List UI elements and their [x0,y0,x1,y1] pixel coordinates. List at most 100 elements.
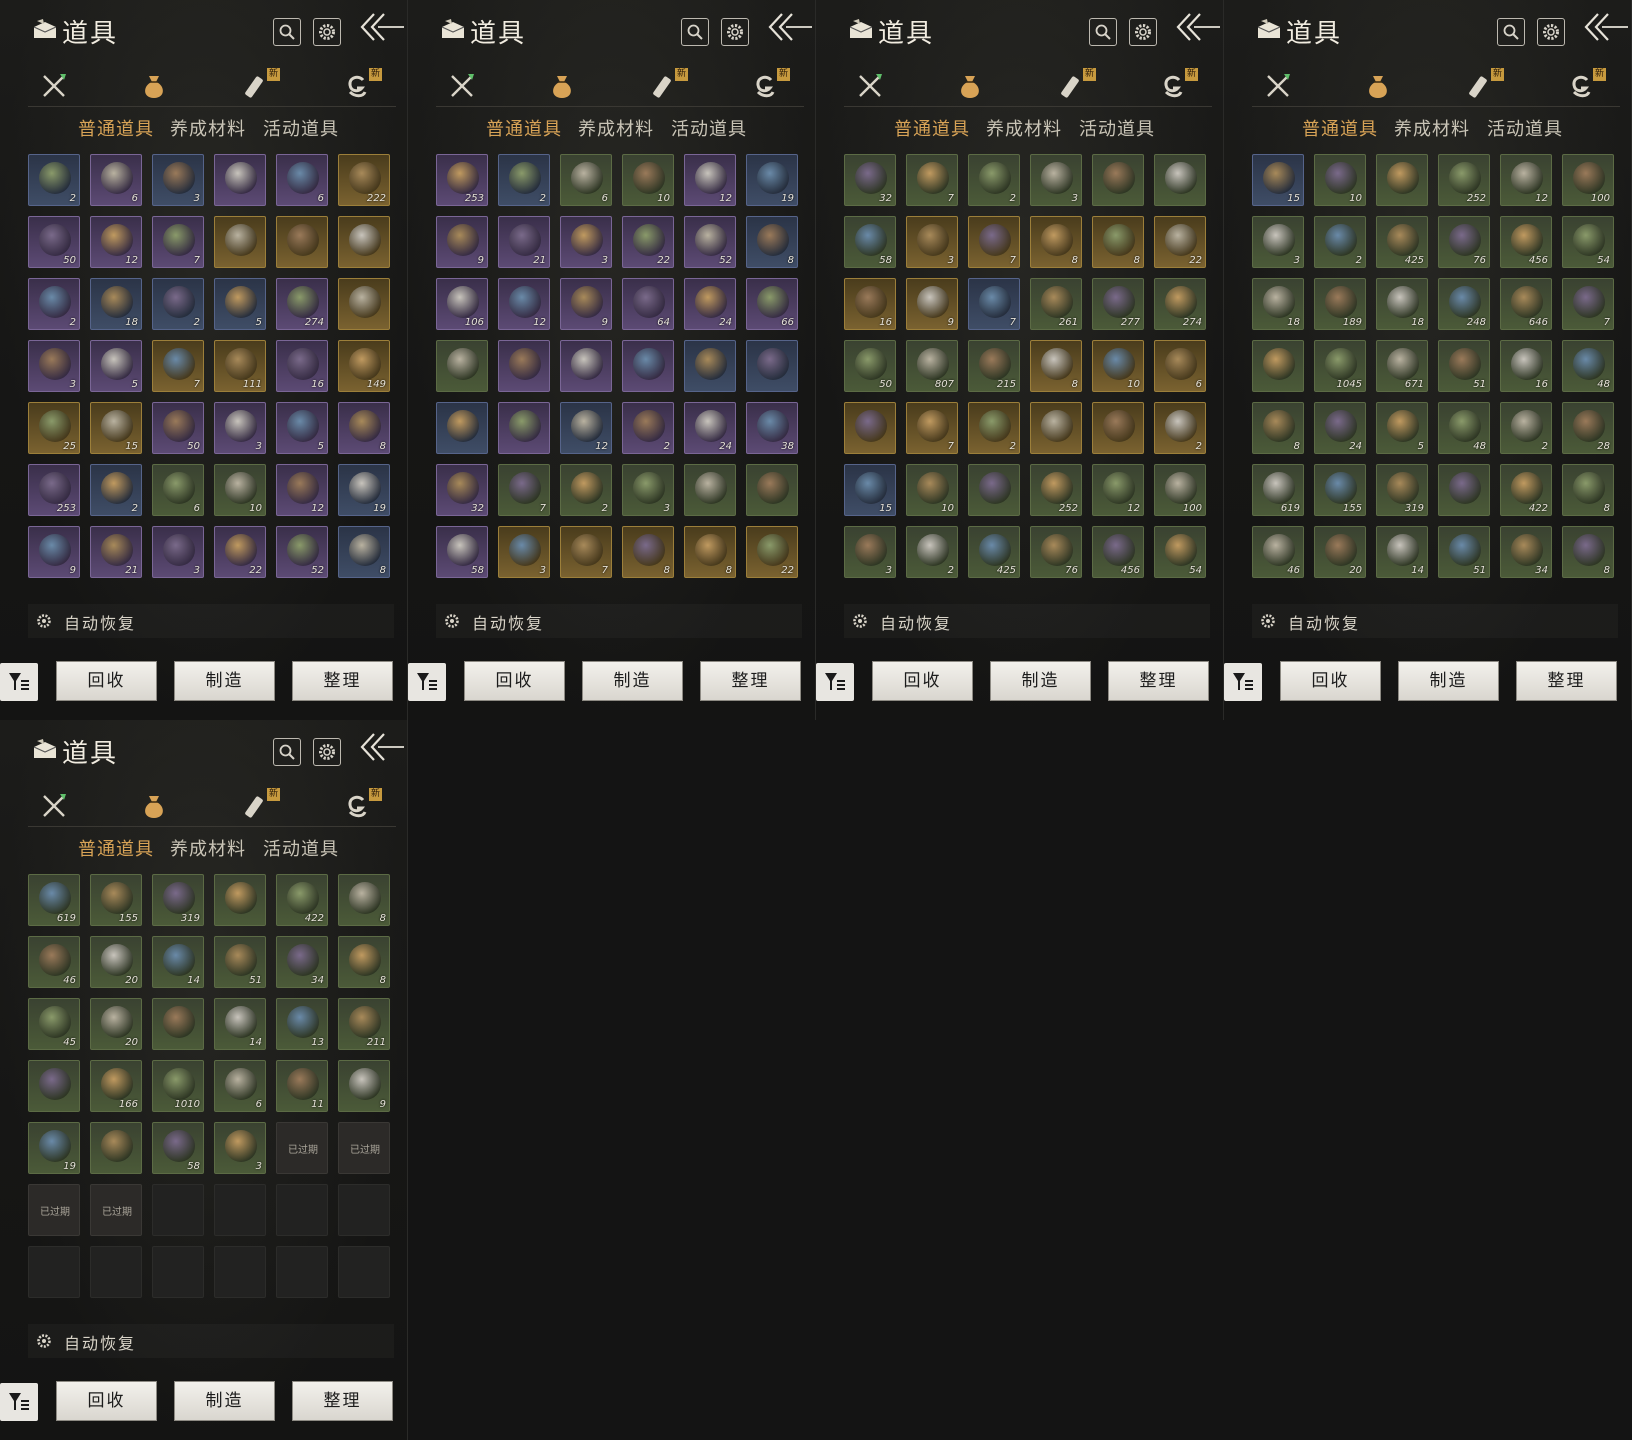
recycle-button[interactable]: 回收 [464,661,565,701]
item-slot[interactable]: 7 [152,216,204,268]
back-arrow-icon[interactable] [1584,10,1630,44]
sort-button[interactable]: 整理 [700,661,801,701]
tab-event-items[interactable]: 活动道具 [1487,115,1563,141]
item-slot[interactable]: 100 [1562,154,1614,206]
item-slot[interactable]: 3 [1252,216,1304,268]
settings-button[interactable] [1129,18,1157,46]
item-slot[interactable]: 425 [968,526,1020,578]
item-slot[interactable] [498,402,550,454]
item-slot[interactable]: 8 [746,216,798,268]
item-slot[interactable]: 58 [152,1122,204,1174]
tab-event-items[interactable]: 活动道具 [263,115,339,141]
item-slot[interactable]: 16 [1500,340,1552,392]
item-slot[interactable]: 58 [844,216,896,268]
item-slot[interactable]: 3 [1030,154,1082,206]
item-slot[interactable]: 51 [214,936,266,988]
auto-restore-bar[interactable]: 自动恢复 [1252,604,1618,638]
item-slot[interactable]: 2 [622,402,674,454]
item-slot[interactable]: 10 [622,154,674,206]
item-slot[interactable]: 222 [338,154,390,206]
craft-button[interactable]: 制造 [174,661,275,701]
tab-weapons[interactable] [36,790,72,822]
item-slot[interactable]: 425 [1376,216,1428,268]
recycle-button[interactable]: 回收 [872,661,973,701]
auto-restore-bar[interactable]: 自动恢复 [28,604,394,638]
item-slot[interactable]: 48 [1562,340,1614,392]
expired-item-slot[interactable]: 已过期 [28,1184,80,1236]
item-slot[interactable]: 646 [1500,278,1552,330]
item-slot[interactable]: 100 [1154,464,1206,516]
item-slot[interactable]: 5 [1376,402,1428,454]
item-slot[interactable]: 50 [28,216,80,268]
tab-tokens[interactable]: 新 [1564,68,1606,102]
item-slot[interactable]: 6 [560,154,612,206]
tab-items[interactable] [1360,70,1396,102]
item-slot[interactable]: 319 [1376,464,1428,516]
item-slot[interactable]: 248 [1438,278,1490,330]
item-slot[interactable]: 19 [28,1122,80,1174]
item-slot[interactable] [152,998,204,1050]
item-slot[interactable]: 7 [906,402,958,454]
item-slot[interactable]: 32 [436,464,488,516]
item-slot[interactable]: 3 [152,154,204,206]
item-slot[interactable]: 2 [1500,402,1552,454]
tab-growth-materials[interactable]: 养成材料 [578,115,654,141]
item-slot[interactable] [90,1122,142,1174]
item-slot[interactable]: 166 [90,1060,142,1112]
item-slot[interactable]: 2 [28,278,80,330]
item-slot[interactable] [498,340,550,392]
item-slot[interactable]: 10 [214,464,266,516]
item-slot[interactable]: 252 [1030,464,1082,516]
item-slot[interactable] [746,340,798,392]
item-slot[interactable] [436,340,488,392]
item-slot[interactable]: 18 [1252,278,1304,330]
item-slot[interactable]: 277 [1092,278,1144,330]
item-slot[interactable] [214,216,266,268]
item-slot[interactable]: 456 [1092,526,1144,578]
expired-item-slot[interactable]: 已过期 [338,1122,390,1174]
item-slot[interactable]: 7 [498,464,550,516]
tab-weapons[interactable] [36,70,72,102]
item-slot[interactable]: 3 [152,526,204,578]
tab-weapons[interactable] [444,70,480,102]
item-slot[interactable]: 7 [1562,278,1614,330]
item-slot[interactable]: 76 [1030,526,1082,578]
item-slot[interactable]: 6 [276,154,328,206]
filter-button[interactable] [1224,663,1262,701]
item-slot[interactable]: 15 [1252,154,1304,206]
item-slot[interactable] [338,216,390,268]
item-slot[interactable]: 671 [1376,340,1428,392]
item-slot[interactable]: 34 [1500,526,1552,578]
item-slot[interactable]: 24 [684,278,736,330]
item-slot[interactable]: 274 [276,278,328,330]
item-slot[interactable]: 20 [90,936,142,988]
item-slot[interactable] [1030,402,1082,454]
item-slot[interactable]: 8 [1030,340,1082,392]
item-slot[interactable] [214,874,266,926]
item-slot[interactable]: 21 [90,526,142,578]
item-slot[interactable]: 149 [338,340,390,392]
item-slot[interactable]: 261 [1030,278,1082,330]
item-slot[interactable]: 319 [152,874,204,926]
item-slot[interactable]: 9 [436,216,488,268]
item-slot[interactable]: 1010 [152,1060,204,1112]
back-arrow-icon[interactable] [360,730,406,764]
item-slot[interactable]: 16 [844,278,896,330]
item-slot[interactable]: 3 [214,1122,266,1174]
settings-button[interactable] [1537,18,1565,46]
item-slot[interactable]: 34 [276,936,328,988]
item-slot[interactable]: 12 [90,216,142,268]
item-slot[interactable]: 2 [28,154,80,206]
item-slot[interactable]: 51 [1438,526,1490,578]
tab-growth-materials[interactable]: 养成材料 [170,835,246,861]
tab-event-items[interactable]: 活动道具 [263,835,339,861]
item-slot[interactable]: 6 [152,464,204,516]
tab-scrolls[interactable]: 新 [238,68,280,102]
item-slot[interactable]: 22 [214,526,266,578]
item-slot[interactable] [1092,402,1144,454]
item-slot[interactable] [1376,154,1428,206]
sort-button[interactable]: 整理 [292,661,393,701]
filter-button[interactable] [408,663,446,701]
settings-button[interactable] [313,18,341,46]
item-slot[interactable]: 619 [1252,464,1304,516]
